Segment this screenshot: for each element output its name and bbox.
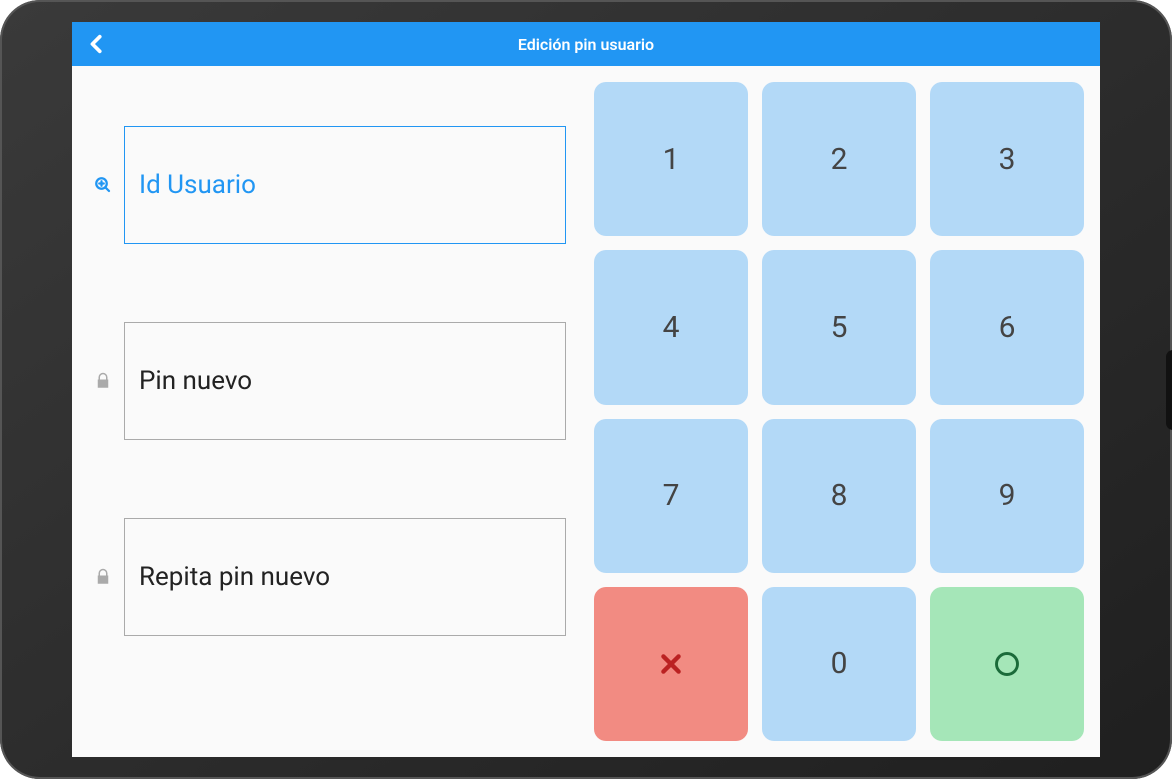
keypad-5[interactable]: 5 — [762, 250, 916, 404]
new-pin-input[interactable]: Pin nuevo — [124, 322, 566, 440]
form-panel: Id Usuario Pin nuevo — [72, 66, 586, 757]
page-title: Edición pin usuario — [72, 35, 1100, 54]
keypad-2[interactable]: 2 — [762, 82, 916, 236]
user-id-row: Id Usuario — [92, 126, 566, 244]
new-pin-row: Pin nuevo — [92, 322, 566, 440]
keypad-1[interactable]: 1 — [594, 82, 748, 236]
circle-icon — [992, 649, 1022, 679]
content: Id Usuario Pin nuevo — [72, 66, 1100, 757]
keypad: 1 2 3 4 5 6 7 8 9 0 — [586, 66, 1100, 757]
tablet-frame: Edición pin usuario Id Usuario — [0, 0, 1172, 779]
keypad-8[interactable]: 8 — [762, 419, 916, 573]
keypad-6[interactable]: 6 — [930, 250, 1084, 404]
lock-icon — [92, 370, 114, 392]
user-id-input[interactable]: Id Usuario — [124, 126, 566, 244]
keypad-cancel[interactable] — [594, 587, 748, 741]
repeat-pin-row: Repita pin nuevo — [92, 518, 566, 636]
new-pin-placeholder: Pin nuevo — [139, 366, 252, 396]
keypad-0[interactable]: 0 — [762, 587, 916, 741]
x-icon — [656, 649, 686, 679]
lock-icon — [92, 566, 114, 588]
keypad-9[interactable]: 9 — [930, 419, 1084, 573]
keypad-7[interactable]: 7 — [594, 419, 748, 573]
keypad-3[interactable]: 3 — [930, 82, 1084, 236]
search-zoom-icon[interactable] — [92, 174, 114, 196]
back-button[interactable] — [84, 31, 110, 57]
keypad-4[interactable]: 4 — [594, 250, 748, 404]
user-id-placeholder: Id Usuario — [139, 170, 256, 200]
repeat-pin-input[interactable]: Repita pin nuevo — [124, 518, 566, 636]
app-header: Edición pin usuario — [72, 22, 1100, 66]
chevron-left-icon — [86, 33, 108, 55]
app-screen: Edición pin usuario Id Usuario — [72, 22, 1100, 757]
keypad-confirm[interactable] — [930, 587, 1084, 741]
repeat-pin-placeholder: Repita pin nuevo — [139, 562, 330, 592]
